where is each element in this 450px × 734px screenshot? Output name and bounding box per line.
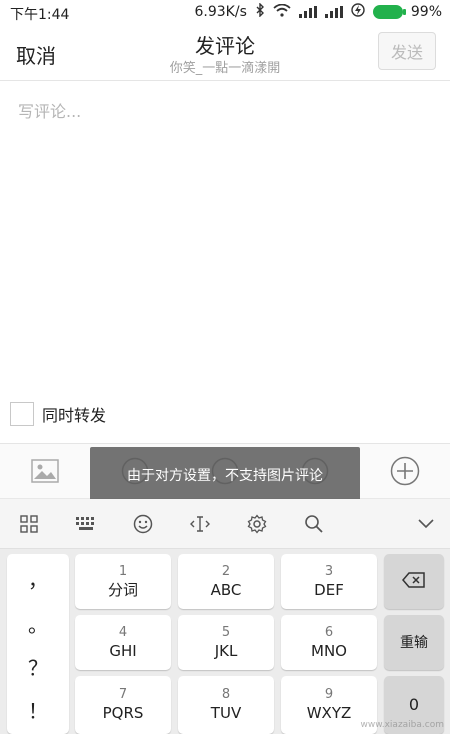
keyboard: ， 。 ？ ！ 1 分词 2 ABC 3 DEF 4 GHI 5 JKL 6 M… bbox=[0, 549, 450, 734]
key-number: 4 bbox=[118, 624, 128, 640]
cursor-icon[interactable] bbox=[187, 511, 213, 537]
key-6[interactable]: 6 MNO bbox=[281, 615, 377, 670]
key-4[interactable]: 4 GHI bbox=[75, 615, 171, 670]
key-label: GHI bbox=[109, 641, 137, 660]
key-8[interactable]: 8 TUV bbox=[178, 676, 274, 734]
signal-icon-2 bbox=[324, 6, 343, 18]
repost-checkbox[interactable] bbox=[10, 402, 34, 426]
signal-icon bbox=[298, 6, 317, 18]
symbol-key[interactable]: ！ bbox=[7, 687, 69, 732]
header: 取消 发评论 你笑_一點一滴漾開 发送 bbox=[0, 26, 450, 81]
key-3[interactable]: 3 DEF bbox=[281, 554, 377, 609]
key-number: 9 bbox=[324, 687, 334, 702]
status-right: 6.93K/s 99% bbox=[194, 2, 442, 21]
chevron-down-icon[interactable] bbox=[413, 511, 439, 537]
key-label: 0 bbox=[408, 695, 420, 714]
network-speed: 6.93K/s bbox=[194, 4, 247, 20]
grid-icon[interactable] bbox=[16, 511, 42, 537]
key-number: 8 bbox=[221, 687, 231, 702]
key-number: 6 bbox=[324, 624, 334, 640]
battery-icon bbox=[372, 5, 406, 19]
symbol-key[interactable]: 。 bbox=[7, 601, 69, 646]
status-bar: 下午1:44 6.93K/s 99% bbox=[0, 0, 450, 26]
symbol-column: ， 。 ？ ！ bbox=[7, 554, 69, 734]
key-number: 1 bbox=[118, 563, 128, 579]
key-number: 3 bbox=[324, 563, 334, 579]
keyboard-toolbar bbox=[0, 499, 450, 549]
status-time: 下午1:44 bbox=[10, 7, 70, 23]
key-number: 7 bbox=[118, 687, 128, 702]
charging-icon bbox=[351, 3, 365, 21]
backspace-icon bbox=[402, 571, 426, 592]
key-label: MNO bbox=[311, 641, 347, 660]
key-label: WXYZ bbox=[306, 704, 352, 722]
reenter-label: 重输 bbox=[400, 634, 428, 651]
key-label: JKL bbox=[214, 641, 238, 660]
symbol-key[interactable]: ？ bbox=[7, 644, 69, 689]
repost-label: 同时转发 bbox=[42, 406, 107, 425]
add-icon[interactable] bbox=[390, 456, 420, 486]
emoji-icon[interactable] bbox=[130, 511, 156, 537]
toast-message: 由于对方设置，不支持图片评论 bbox=[90, 447, 360, 502]
key-5[interactable]: 5 JKL bbox=[178, 615, 274, 670]
key-1[interactable]: 1 分词 bbox=[75, 554, 171, 609]
comment-input[interactable]: 写评论... bbox=[18, 98, 428, 122]
bluetooth-icon bbox=[255, 2, 265, 21]
backspace-key[interactable] bbox=[384, 554, 444, 609]
key-number: 2 bbox=[221, 563, 231, 579]
image-icon[interactable] bbox=[30, 456, 60, 486]
key-label: DEF bbox=[314, 580, 344, 599]
repost-option[interactable]: 同时转发 bbox=[10, 402, 106, 426]
send-button[interactable]: 发送 bbox=[378, 32, 436, 70]
key-label: TUV bbox=[210, 704, 242, 722]
key-label: ABC bbox=[210, 580, 242, 599]
gear-icon[interactable] bbox=[244, 511, 270, 537]
reenter-key[interactable]: 重输 bbox=[384, 615, 444, 670]
search-icon[interactable] bbox=[301, 511, 327, 537]
key-label: 分词 bbox=[107, 580, 138, 599]
key-2[interactable]: 2 ABC bbox=[178, 554, 274, 609]
watermark: www.xiazaiba.com bbox=[360, 720, 444, 730]
battery-level: 99% bbox=[410, 4, 442, 20]
wifi-icon bbox=[273, 3, 291, 21]
key-7[interactable]: 7 PQRS bbox=[75, 676, 171, 734]
key-number: 5 bbox=[221, 624, 231, 640]
keyboard-icon[interactable] bbox=[73, 511, 99, 537]
symbol-key[interactable]: ， bbox=[7, 556, 69, 601]
key-label: PQRS bbox=[102, 704, 144, 722]
